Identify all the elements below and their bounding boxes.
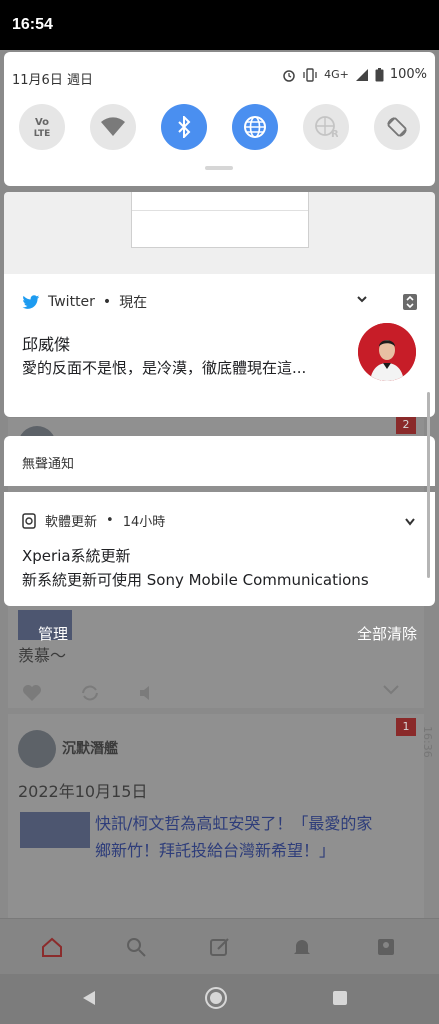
home-button-icon[interactable] — [204, 986, 228, 1010]
globe-icon — [244, 116, 266, 138]
author-name: 沉默潛艦 — [62, 741, 118, 757]
share-icon — [82, 685, 98, 701]
bell-icon — [294, 940, 310, 954]
profile-icon — [378, 939, 394, 955]
clear-all-button[interactable]: 全部清除 — [357, 623, 417, 644]
twitter-notification-header: Twitter • 現在 — [22, 292, 147, 312]
home-icon — [42, 937, 62, 957]
svg-text:Vo: Vo — [35, 117, 49, 128]
background-post-text: 羨慕～ — [18, 646, 67, 665]
roaming-icon: R — [315, 116, 338, 139]
signal-icon — [355, 68, 368, 81]
recents-icon[interactable] — [332, 990, 348, 1006]
search-icon — [127, 938, 146, 957]
expand-icon — [383, 685, 399, 695]
link-thumbnail — [20, 812, 90, 848]
network-type: 4G+ — [324, 68, 349, 81]
manage-button[interactable]: 管理 — [38, 623, 68, 644]
software-update-app-name: 軟體更新 — [45, 515, 98, 530]
software-update-separator: • — [106, 513, 114, 528]
software-update-header: 軟體更新 • 14小時 — [22, 511, 165, 530]
twitter-bird-icon — [22, 294, 40, 309]
volte-icon: VoLTE — [34, 117, 51, 139]
background-tab-bar — [0, 918, 439, 974]
compose-icon — [210, 938, 229, 956]
status-time: 16:54 — [12, 16, 53, 33]
back-icon[interactable] — [80, 989, 98, 1007]
background-badge-2: 1 — [396, 718, 416, 736]
date-label: 11月6日 週日 — [12, 73, 93, 88]
twitter-sender: 邱威傑 — [22, 335, 71, 354]
software-update-notification[interactable]: 軟體更新 • 14小時 Xperia系統更新 新系統更新可使用 Sony Mob… — [4, 492, 435, 606]
software-update-time: 14小時 — [122, 515, 166, 530]
svg-text:R: R — [331, 129, 338, 139]
person-avatar-image — [358, 323, 416, 381]
background-badge: 2 — [396, 416, 416, 434]
battery-level: 100% — [389, 67, 427, 82]
partial-notification — [4, 192, 435, 274]
status-icons: 4G+ 100% — [282, 67, 427, 82]
author-avatar — [18, 730, 56, 768]
snooze-icon[interactable] — [402, 293, 418, 311]
roaming-tile[interactable]: R — [303, 104, 349, 150]
like-icon — [23, 685, 41, 701]
notification-scrollbar[interactable] — [427, 392, 430, 578]
chevron-down-icon[interactable] — [356, 293, 368, 305]
side-time: 16:36 — [421, 726, 434, 758]
globe-tile[interactable] — [232, 104, 278, 150]
update-icon — [22, 512, 36, 529]
software-update-message: 新系統更新可使用 Sony Mobile Communications — [22, 571, 369, 589]
link-title: 快訊/柯文哲為高虹安哭了！「最愛的家鄉新竹！拜託投給台灣新希望！」 — [95, 814, 373, 860]
twitter-app-name: Twitter — [48, 294, 95, 310]
twitter-message: 愛的反面不是恨，是冷漠，徹底體現在這... — [22, 359, 307, 377]
bluetooth-tile[interactable] — [161, 104, 207, 150]
chevron-down-icon[interactable] — [404, 517, 416, 527]
status-bar: 16:54 — [0, 0, 439, 50]
auto-rotate-icon — [387, 117, 407, 137]
speaker-icon — [140, 686, 149, 700]
partial-media-preview — [131, 192, 309, 248]
twitter-avatar — [358, 323, 416, 381]
post-date: 2022年10月15日 — [18, 782, 148, 801]
battery-icon — [375, 67, 384, 81]
svg-text:LTE: LTE — [34, 129, 51, 139]
wifi-icon — [101, 117, 125, 136]
auto-rotate-tile[interactable] — [374, 104, 420, 150]
silent-section-label: 無聲通知 — [22, 457, 75, 472]
navigation-bar — [0, 974, 439, 1024]
software-update-title: Xperia系統更新 — [22, 547, 131, 565]
twitter-notification[interactable]: Twitter • 現在 邱威傑 愛的反面不是恨，是冷漠，徹底體現在這... — [4, 274, 435, 417]
silent-notifications-header: 無聲通知 — [4, 436, 435, 486]
twitter-separator: • — [102, 294, 112, 310]
wifi-tile[interactable] — [90, 104, 136, 150]
bluetooth-icon — [178, 116, 191, 138]
volte-tile[interactable]: Vo LTE — [19, 104, 65, 150]
vibrate-icon — [303, 67, 317, 82]
drag-handle[interactable] — [205, 166, 233, 170]
alarm-icon — [283, 69, 295, 82]
twitter-time: 現在 — [119, 295, 148, 311]
quick-settings-panel: 11月6日 週日 4G+ 100% Vo LTE R — [4, 52, 435, 186]
